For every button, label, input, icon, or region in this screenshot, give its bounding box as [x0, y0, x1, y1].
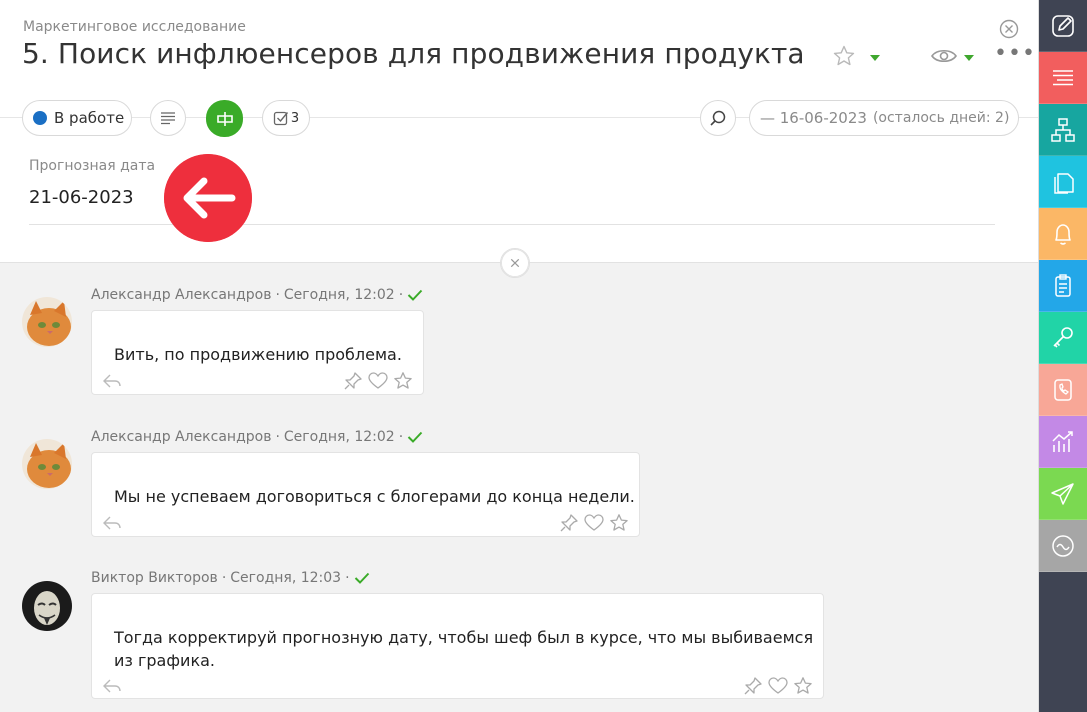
sidebar-item-edit[interactable]	[1039, 0, 1087, 52]
hierarchy-icon	[1051, 117, 1075, 142]
checkbox-icon	[273, 111, 288, 126]
reply-icon[interactable]	[102, 373, 122, 389]
star-icon[interactable]	[832, 44, 856, 68]
project-name[interactable]: Маркетинговое исследование	[23, 19, 246, 35]
search-icon	[710, 110, 726, 126]
sidebar-item-list[interactable]	[1039, 52, 1087, 104]
bell-icon	[1055, 223, 1071, 245]
checklist-count: 3	[290, 110, 300, 126]
description-button[interactable]	[150, 100, 186, 136]
search-button[interactable]	[700, 100, 736, 136]
sidebar-item-notifications[interactable]	[1039, 208, 1087, 260]
message-meta: Александр Александров · Сегодня, 12:02 ·	[91, 287, 423, 303]
message-bubble: Тогда корректируй прогнозную дату, чтобы…	[91, 593, 824, 699]
star-icon[interactable]	[609, 513, 629, 533]
right-sidebar	[1039, 0, 1087, 712]
avatar-cat[interactable]	[22, 439, 72, 489]
deadline-date: — 16-06-2023	[760, 109, 867, 127]
task-panel: Маркетинговое исследование 5. Поиск инфл…	[0, 0, 1039, 712]
sidebar-item-send[interactable]	[1039, 468, 1087, 520]
message-author[interactable]: Виктор Викторов	[91, 570, 218, 586]
reply-icon[interactable]	[102, 515, 122, 531]
forecast-date-value[interactable]: 21-06-2023	[29, 187, 134, 208]
message-meta: Виктор Викторов · Сегодня, 12:03 ·	[91, 570, 370, 586]
status-dot	[33, 111, 47, 125]
favorite-dropdown-icon[interactable]	[870, 55, 880, 61]
message-time: Сегодня, 12:03	[230, 570, 342, 586]
more-options-icon[interactable]: •••	[994, 43, 1036, 65]
arrow-left-icon	[164, 154, 252, 242]
message-text: Вить, по продвижению проблема.	[114, 345, 402, 364]
collapse-close-icon[interactable]	[500, 248, 530, 278]
visibility-dropdown-icon[interactable]	[964, 55, 974, 61]
message-text: Мы не успеваем договориться с блогерами …	[114, 487, 635, 506]
checklist-button[interactable]: 3	[262, 100, 310, 136]
days-remaining: (осталось дней: 2)	[872, 110, 1010, 126]
status-label: В работе	[54, 109, 125, 127]
read-check-icon	[407, 289, 423, 301]
page-title[interactable]: 5. Поиск инфлюенсеров для продвижения пр…	[22, 37, 805, 70]
clipboard-icon	[1055, 273, 1071, 297]
message-meta: Александр Александров · Сегодня, 12:02 ·	[91, 429, 423, 445]
gantt-icon	[216, 111, 233, 126]
pin-icon[interactable]	[743, 676, 763, 696]
pin-icon[interactable]	[343, 371, 363, 391]
message-bubble: Мы не успеваем договориться с блогерами …	[91, 452, 640, 537]
message-text: Тогда корректируй прогнозную дату, чтобы…	[114, 628, 814, 670]
star-icon[interactable]	[793, 676, 813, 696]
pin-icon[interactable]	[559, 513, 579, 533]
text-lines-icon	[161, 112, 175, 125]
documents-icon	[1054, 172, 1074, 194]
task-header: Маркетинговое исследование 5. Поиск инфл…	[0, 0, 1038, 263]
heart-icon[interactable]	[584, 513, 604, 533]
send-icon	[1051, 482, 1074, 505]
message-bubble: Вить, по продвижению проблема.	[91, 310, 424, 395]
deadline-button[interactable]: — 16-06-2023 (осталось дней: 2)	[749, 100, 1019, 136]
eye-icon[interactable]	[930, 46, 958, 66]
read-check-icon	[407, 431, 423, 443]
status-button[interactable]: В работе	[22, 100, 132, 136]
read-check-icon	[354, 572, 369, 584]
wave-icon	[1052, 534, 1074, 557]
message-author[interactable]: Александр Александров	[91, 429, 271, 445]
avatar-cat[interactable]	[22, 297, 72, 347]
reply-icon[interactable]	[102, 678, 122, 694]
sidebar-item-activity[interactable]	[1039, 520, 1087, 572]
sidebar-item-tasks[interactable]	[1039, 260, 1087, 312]
avatar-mask[interactable]	[22, 581, 72, 631]
sidebar-item-analytics[interactable]	[1039, 416, 1087, 468]
forecast-date-label: Прогнозная дата	[29, 158, 156, 174]
star-icon[interactable]	[393, 371, 413, 391]
close-icon[interactable]	[999, 19, 1019, 39]
message-time: Сегодня, 12:02	[283, 287, 395, 303]
menu-lines-icon	[1053, 69, 1073, 85]
phone-book-icon	[1054, 378, 1072, 401]
message-time: Сегодня, 12:02	[283, 429, 395, 445]
analytics-icon	[1052, 430, 1073, 452]
sidebar-item-contacts[interactable]	[1039, 364, 1087, 416]
sidebar-item-documents[interactable]	[1039, 156, 1087, 208]
heart-icon[interactable]	[768, 676, 788, 696]
gantt-button[interactable]	[206, 100, 243, 137]
edit-icon	[1052, 14, 1074, 37]
sidebar-item-structure[interactable]	[1039, 104, 1087, 156]
heart-icon[interactable]	[368, 371, 388, 391]
key-icon	[1053, 326, 1073, 348]
sidebar-item-access[interactable]	[1039, 312, 1087, 364]
message-author[interactable]: Александр Александров	[91, 287, 271, 303]
